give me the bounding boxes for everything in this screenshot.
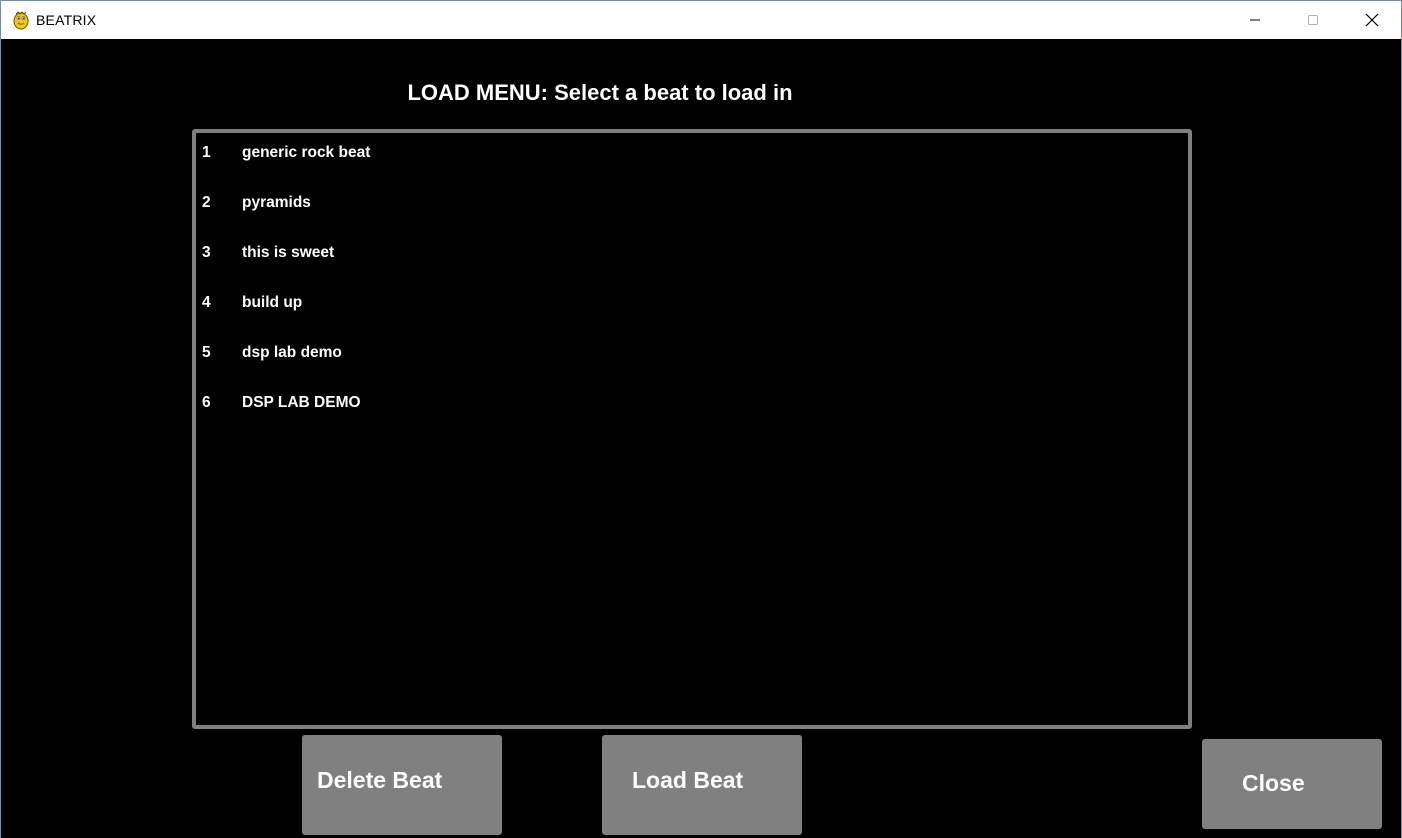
beat-number: 2 [202,194,211,211]
close-icon [1365,13,1379,27]
delete-beat-label: Delete Beat [317,767,443,793]
page-title: LOAD MENU: Select a beat to load in [407,80,793,105]
window-title: BEATRIX [36,12,97,28]
python-snake-icon [13,11,29,30]
list-item[interactable]: 2 pyramids [202,187,1182,217]
minimize-icon [1250,19,1260,21]
beat-name: this is sweet [242,244,335,261]
title-bar[interactable]: BEATRIX [1,0,1401,39]
list-item[interactable]: 5 dsp lab demo [202,337,1182,367]
beat-number: 1 [202,144,211,161]
beat-name: dsp lab demo [242,344,342,361]
beat-name: DSP LAB DEMO [242,394,361,411]
close-label: Close [1242,770,1305,796]
maximize-icon [1308,15,1318,25]
list-item[interactable]: 6 DSP LAB DEMO [202,387,1182,417]
beat-name: build up [242,294,303,311]
close-button[interactable]: Close [1202,739,1382,829]
beat-number: 5 [202,344,211,361]
list-item[interactable]: 1 generic rock beat [202,137,1182,167]
beat-name: pyramids [242,194,311,211]
list-item[interactable]: 3 this is sweet [202,237,1182,267]
app-window: BEATRIX LOAD MENU: Select a beat to load… [0,0,1402,838]
beat-number: 3 [202,244,211,261]
load-beat-label: Load Beat [632,767,744,793]
beat-list[interactable]: 1 generic rock beat 2 pyramids 3 this is… [192,129,1192,729]
beat-number: 4 [202,294,211,311]
beat-number: 6 [202,394,211,411]
beat-name: generic rock beat [242,144,371,161]
maximize-button[interactable] [1284,1,1342,39]
close-window-button[interactable] [1343,1,1401,39]
list-item[interactable]: 4 build up [202,287,1182,317]
delete-beat-button[interactable]: Delete Beat [302,735,502,835]
load-beat-button[interactable]: Load Beat [602,735,802,835]
minimize-button[interactable] [1226,1,1284,39]
